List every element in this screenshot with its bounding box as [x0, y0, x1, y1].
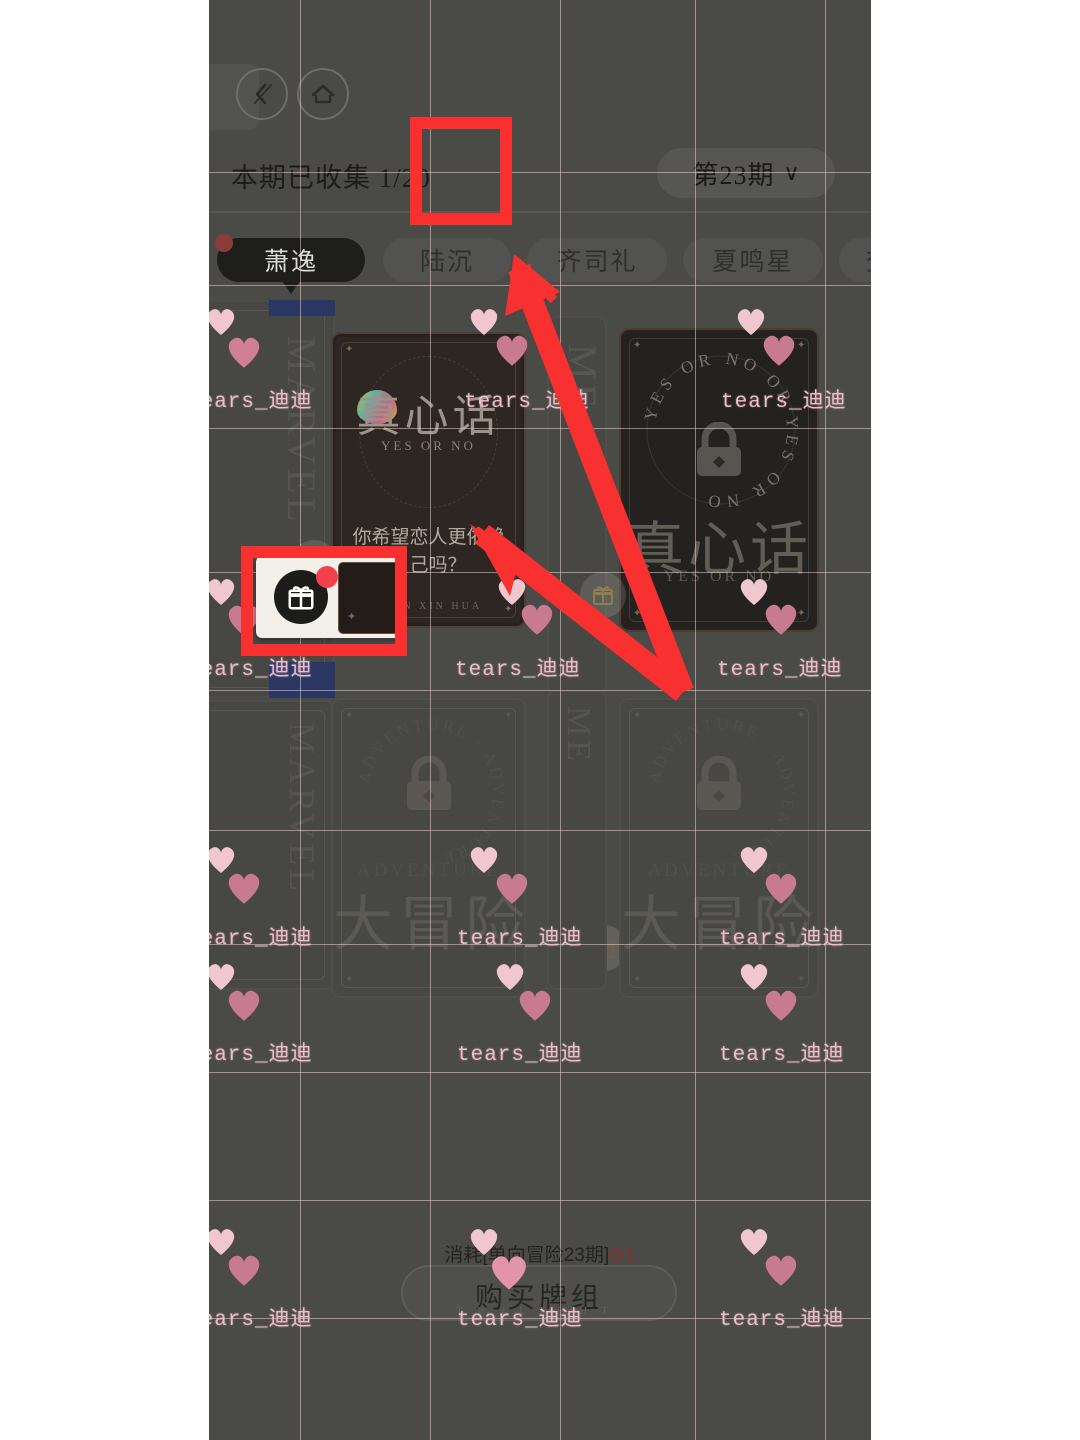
lock-icon: [697, 422, 741, 476]
chevron-down-icon: ∨: [783, 160, 800, 185]
tab-label: 查: [865, 242, 871, 278]
heart-sticker: [492, 331, 532, 368]
tab-label: 夏鸣星: [712, 249, 794, 276]
heart-sticker: [517, 600, 557, 637]
heart-sticker: [761, 986, 801, 1023]
watermark: tears_迪迪: [719, 1309, 845, 1332]
card-side-text: MARVEL: [279, 336, 324, 526]
heart-sticker: [761, 869, 801, 906]
watermark: tears_迪迪: [719, 1044, 845, 1067]
card-corner-sparkle: ✦: [797, 974, 806, 985]
card-subtitle: YES OR NO: [381, 438, 476, 453]
watermark: tears_迪迪: [717, 659, 843, 682]
card-side-text: MARVEL: [282, 722, 322, 896]
card-corner-sparkle: ✦: [345, 974, 354, 985]
card-truth-locked[interactable]: ✦ ✦ ✦ ✦ YES OR NO OR YES OR NO 真心话 YES O…: [619, 328, 819, 632]
tab-label: 陆沉: [419, 249, 474, 276]
heart-sticker: [492, 869, 532, 906]
gift-icon: [593, 586, 613, 605]
card-ribbon-top: [269, 300, 335, 316]
back-arrow-icon[interactable]: [236, 68, 288, 120]
system-nav-bar: [209, 62, 871, 134]
lock-icon: [697, 756, 741, 810]
heart-sticker: [224, 1251, 264, 1288]
card-partial-middle[interactable]: ME: [547, 316, 607, 696]
tab-label: 齐司礼: [556, 249, 638, 276]
heart-sticker: [224, 333, 264, 370]
card-corner-sparkle: ✦: [345, 344, 354, 355]
period-dropdown[interactable]: 第23期 ∨: [657, 148, 835, 198]
tab-xiaoyi[interactable]: 萧逸: [215, 234, 365, 294]
card-corner-sparkle: ✦: [633, 974, 642, 985]
watermark: tears_迪迪: [455, 659, 581, 682]
phone-screen: 本期已收集 1/20 第23期 ∨ 萧逸 陆沉 齐司礼 夏鸣星 查 MARVEL: [209, 0, 871, 1440]
character-tab-bar: 萧逸 陆沉 齐司礼 夏鸣星 查: [209, 234, 871, 294]
tab-cha[interactable]: 查: [839, 238, 871, 282]
lock-icon: [406, 756, 451, 810]
tab-label: 萧逸: [263, 249, 318, 276]
watermark: tears_迪迪: [209, 928, 313, 951]
gift-entry-highlight-box: [410, 117, 512, 225]
watermark: tears_迪迪: [209, 1044, 313, 1067]
heart-sticker: [759, 331, 799, 368]
watermark: tears_迪迪: [719, 928, 845, 951]
watermark: tears_迪迪: [209, 391, 313, 414]
watermark: tears_迪迪: [457, 1309, 583, 1332]
tab-qisili[interactable]: 齐司礼: [527, 238, 667, 282]
watermark: tears_迪迪: [464, 391, 590, 414]
heart-sticker: [515, 986, 555, 1023]
heart-sticker: [487, 1251, 531, 1292]
card-subtitle: YES OR NO: [663, 568, 775, 585]
header-divider: [209, 211, 871, 213]
home-icon[interactable]: [297, 68, 349, 120]
watermark: tears_迪迪: [457, 1044, 583, 1067]
heart-sticker: [224, 986, 264, 1023]
card-corner-sparkle: ✦: [633, 608, 642, 619]
collected-count-label: 本期已收集 1/20: [231, 163, 431, 193]
tab-active-caret: [282, 281, 300, 294]
gift-popup-highlight-box: [241, 546, 407, 656]
watermark: tears_迪迪: [457, 928, 583, 951]
tab-xiamingxing[interactable]: 夏鸣星: [683, 238, 823, 282]
heart-sticker: [224, 869, 264, 906]
watermark: tears_迪迪: [721, 391, 847, 414]
collection-header: 本期已收集 1/20 第23期 ∨: [209, 148, 871, 210]
gift-chip-mid[interactable]: [580, 572, 626, 618]
heart-sticker: [761, 600, 801, 637]
watermark: tears_迪迪: [209, 1309, 313, 1332]
period-value: 第23期: [692, 160, 775, 190]
tab-badge-dot: [215, 234, 233, 252]
watermark: tears_迪迪: [209, 659, 313, 682]
heart-sticker: [761, 1251, 801, 1288]
card-adventure-2[interactable]: ✦ ✦ ✦ ✦ ADVENTURE · ADVENTURE ADVENTURE …: [619, 698, 819, 998]
cost-count: 0/1: [609, 1245, 636, 1266]
tab-luchen[interactable]: 陆沉: [383, 238, 511, 282]
card-side-text: ME: [560, 706, 597, 765]
